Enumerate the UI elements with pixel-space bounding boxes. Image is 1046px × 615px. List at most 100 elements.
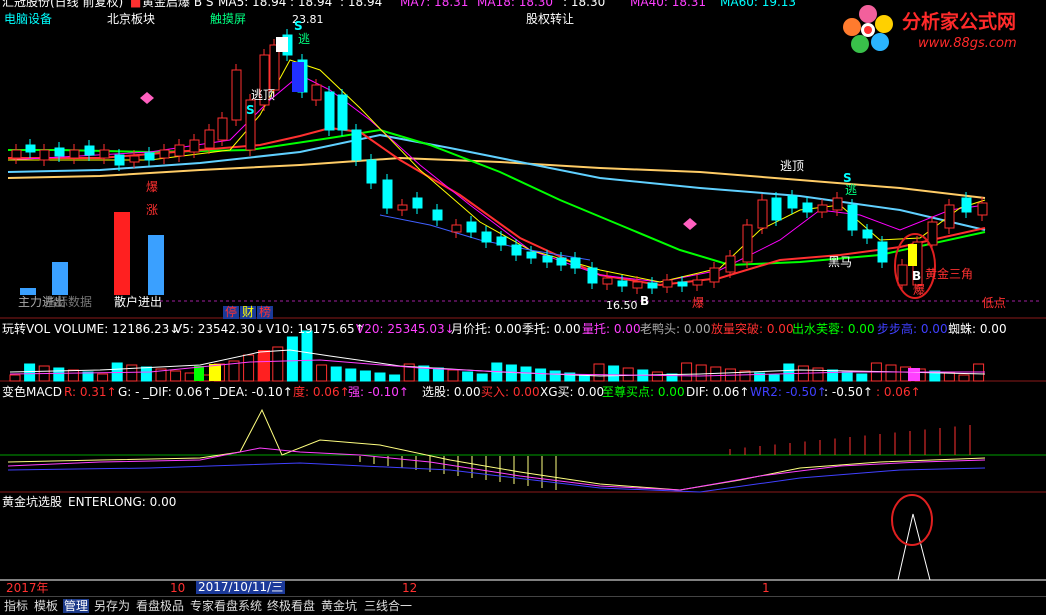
toolbar-template[interactable]: 模板 bbox=[34, 599, 58, 613]
vol-volume-support: 量托: 0.00 bbox=[582, 322, 641, 336]
candle-body bbox=[961, 197, 972, 213]
volume-bar bbox=[316, 364, 328, 382]
candle-body bbox=[709, 267, 720, 283]
toolbar-three-lines[interactable]: 三线合一 bbox=[364, 599, 412, 613]
candle-body bbox=[877, 241, 888, 263]
candle-body bbox=[662, 279, 673, 288]
volume-bar bbox=[432, 367, 444, 382]
candle-body bbox=[632, 281, 643, 289]
retail-bar bbox=[114, 212, 130, 295]
tag-touchscreen[interactable]: 触摸屏 bbox=[210, 13, 246, 26]
low-price-label: 16.50 bbox=[606, 299, 638, 312]
enterlong-spike bbox=[897, 513, 931, 581]
candle-body bbox=[692, 279, 703, 286]
macd-title: 变色MACD bbox=[2, 385, 62, 399]
volume-bar bbox=[783, 363, 795, 382]
time-axis-cursor-date[interactable]: 2017/10/11/三 bbox=[196, 581, 286, 594]
ma-value-3: : 18.94 bbox=[340, 0, 383, 9]
ma40-value: MA40: 18.31 bbox=[630, 0, 707, 9]
volume-bar bbox=[126, 364, 138, 382]
indicator-data-label: 指标数据 bbox=[44, 295, 93, 309]
time-axis-oct: 10 bbox=[170, 581, 186, 595]
candle-body bbox=[725, 255, 736, 273]
tag-equity-transfer[interactable]: 股权转让 bbox=[526, 13, 574, 26]
volume-bar bbox=[885, 364, 897, 382]
toolbar-golden-pit[interactable]: 黄金坑 bbox=[321, 599, 357, 613]
candle-body bbox=[862, 229, 873, 239]
volume-bar bbox=[301, 330, 313, 382]
volume-bar bbox=[24, 363, 36, 382]
vol-volume: 玩转VOL VOLUME: 12186.23↓ bbox=[2, 322, 180, 336]
badge-halt[interactable]: 停 bbox=[223, 306, 240, 319]
logo-url[interactable]: www.88gs.com bbox=[918, 37, 1017, 51]
volume-bar bbox=[681, 362, 693, 382]
macd-dea-line bbox=[7, 447, 986, 491]
volume-bar bbox=[462, 371, 474, 382]
volume-bar bbox=[272, 346, 284, 382]
volume-bar bbox=[194, 366, 204, 381]
candle-body bbox=[556, 257, 567, 266]
volume-bar bbox=[958, 374, 970, 382]
ma7-value: MA7: 18.31 bbox=[400, 0, 469, 9]
macd-degree: 度: 0.06↑ bbox=[293, 385, 350, 399]
site-logo: 分析家公式网 www.88gs.com bbox=[838, 0, 1046, 58]
badge-finance[interactable]: 财 bbox=[240, 306, 257, 319]
candle-body bbox=[847, 204, 858, 231]
candle-body bbox=[647, 282, 658, 289]
candle-body bbox=[337, 94, 348, 131]
volume-bar bbox=[841, 371, 853, 382]
vol-v10: V10: 19175.65↑ bbox=[266, 322, 365, 336]
candle-body bbox=[11, 149, 22, 159]
candle-body bbox=[526, 251, 537, 259]
toolbar-save-as[interactable]: 另存为 bbox=[94, 599, 130, 613]
volume-bar bbox=[9, 374, 21, 382]
toolbar-premium-view[interactable]: 看盘极品 bbox=[136, 599, 184, 613]
volume-bar bbox=[258, 350, 270, 381]
toolbar-indicator[interactable]: 指标 bbox=[4, 599, 28, 613]
tag-computer-equipment[interactable]: 电脑设备 bbox=[4, 13, 52, 26]
candle-body bbox=[944, 204, 955, 229]
sell-signal-s-3: S bbox=[843, 171, 852, 185]
ma-value-6: : 18.30 bbox=[563, 0, 606, 9]
volume-bar bbox=[943, 372, 955, 382]
candle-body bbox=[311, 84, 322, 101]
macd-dif-line bbox=[7, 408, 986, 491]
volume-bar bbox=[593, 363, 605, 382]
volume-bar bbox=[768, 374, 780, 382]
vol-quarterly-support: 季托: 0.00 bbox=[522, 322, 581, 336]
bullet-icon: ■ bbox=[130, 0, 142, 9]
volume-bar bbox=[520, 366, 532, 382]
candle-highlight bbox=[908, 244, 917, 266]
tag-beijing-sector[interactable]: 北京板块 bbox=[107, 13, 155, 26]
candle-body bbox=[466, 221, 477, 233]
volume-bar bbox=[908, 368, 920, 381]
candle-body bbox=[174, 144, 185, 157]
jinkeng-value: ENTERLONG: 0.00 bbox=[68, 495, 177, 509]
candle-body bbox=[451, 224, 462, 233]
time-axis-year: 2017年 bbox=[6, 581, 49, 595]
stock-title: 汇冠股份(日线 前复权) bbox=[2, 0, 124, 9]
volume-bar bbox=[286, 336, 298, 382]
candle-body bbox=[84, 145, 95, 156]
toolbar-expert-system[interactable]: 专家看盘系统 bbox=[190, 599, 262, 613]
dark-horse-label: 黑马 bbox=[828, 255, 853, 269]
ma-value-2: : 18.94 bbox=[290, 0, 333, 9]
candle-body bbox=[25, 144, 36, 153]
candle-body bbox=[802, 202, 813, 213]
toolbar-manage[interactable]: 管理 bbox=[63, 599, 90, 613]
candle-body bbox=[382, 179, 393, 209]
flower-icon bbox=[843, 5, 893, 53]
toolbar-ultimate-view[interactable]: 终极看盘 bbox=[267, 599, 315, 613]
vol-v5: V5: 23542.30↓ bbox=[174, 322, 266, 336]
volume-bar bbox=[549, 370, 561, 382]
badge-ranking[interactable]: 榜 bbox=[257, 306, 274, 319]
macd-supreme-buy: 至尊买点: 0.00 bbox=[602, 385, 685, 399]
volume-bar bbox=[389, 374, 401, 382]
candle-body bbox=[231, 69, 242, 121]
candle-body bbox=[787, 195, 798, 209]
volume-bar bbox=[67, 369, 79, 382]
vol-lotus: 出水芙蓉: 0.00 bbox=[792, 322, 875, 336]
candle-body bbox=[351, 129, 362, 161]
candle-body bbox=[69, 149, 80, 159]
volume-bar bbox=[345, 368, 357, 382]
